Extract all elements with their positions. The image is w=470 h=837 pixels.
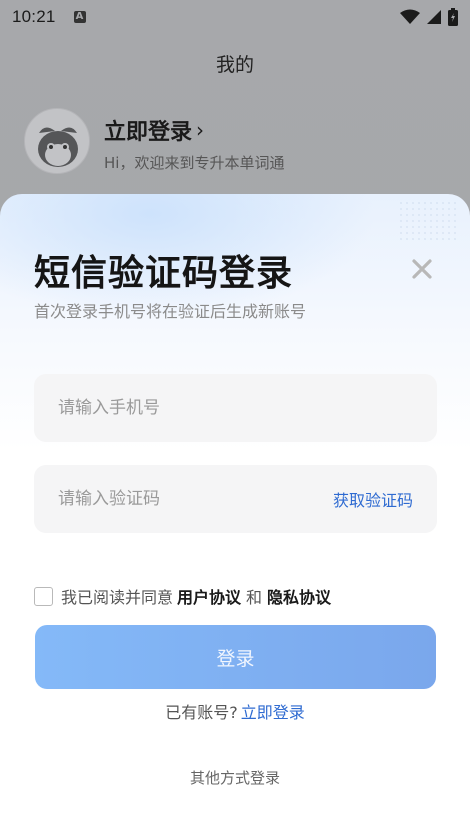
- sheet-title: 短信验证码登录: [34, 253, 294, 294]
- get-code-button[interactable]: 获取验证码: [333, 487, 413, 511]
- login-link[interactable]: 立即登录 ›: [104, 114, 204, 146]
- page-title: 我的: [215, 54, 254, 76]
- close-icon: [412, 259, 432, 279]
- phone-field: [34, 374, 437, 442]
- login-link-label: 立即登录: [104, 120, 193, 145]
- battery-icon: [448, 8, 458, 26]
- status-bar: 10:21 A: [0, 0, 470, 34]
- has-account-text: 已有账号?: [165, 703, 238, 722]
- agreement-prefix: 我已阅读并同意: [61, 588, 174, 607]
- decorative-pattern: [398, 200, 458, 240]
- login-now-link[interactable]: 立即登录: [241, 703, 305, 722]
- chevron-right-icon: ›: [196, 118, 205, 142]
- agreement-and: 和: [246, 588, 263, 607]
- sms-login-sheet: 短信验证码登录 首次登录手机号将在验证后生成新账号 获取验证码 我已阅读并同意 …: [0, 194, 470, 837]
- notification-badge: A: [73, 11, 86, 23]
- welcome-text: Hi，欢迎来到专升本单词通: [104, 154, 285, 172]
- user-agreement-link[interactable]: 用户协议: [177, 584, 241, 608]
- avatar[interactable]: [24, 108, 90, 174]
- other-login-link[interactable]: 其他方式登录: [0, 767, 470, 788]
- privacy-agreement-link[interactable]: 隐私协议: [267, 584, 331, 608]
- login-button[interactable]: 登录: [35, 625, 436, 689]
- close-button[interactable]: [409, 256, 435, 282]
- sheet-subtitle: 首次登录手机号将在验证后生成新账号: [34, 302, 307, 321]
- code-input[interactable]: [58, 489, 333, 509]
- agreement-row: 我已阅读并同意 用户协议 和 隐私协议: [34, 584, 331, 608]
- code-field: 获取验证码: [34, 465, 437, 533]
- avatar-icon: [38, 127, 78, 167]
- signal-icon: [427, 10, 441, 24]
- status-icons: [400, 8, 458, 26]
- has-account-row: 已有账号? 立即登录: [0, 699, 470, 723]
- wifi-icon: [400, 9, 420, 24]
- phone-input[interactable]: [58, 398, 413, 418]
- agreement-checkbox[interactable]: [34, 586, 53, 606]
- status-time: 10:21: [12, 7, 56, 26]
